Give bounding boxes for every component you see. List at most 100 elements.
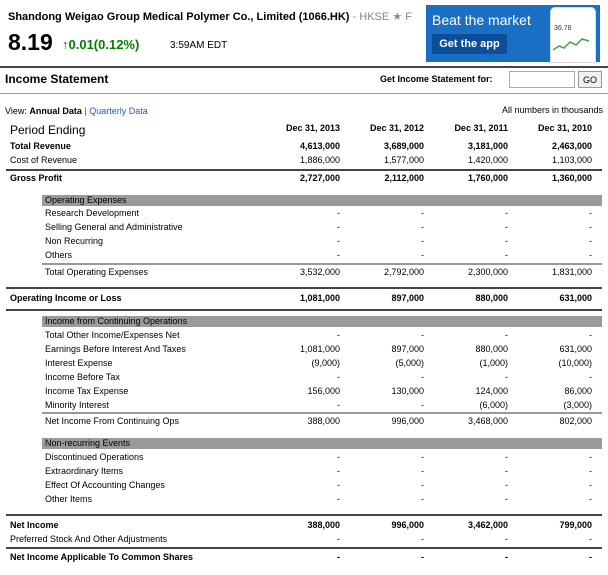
- divider: [42, 263, 602, 265]
- table-row: Selling General and Administrative - - -…: [6, 222, 602, 236]
- value-cell: 996,000: [391, 520, 424, 530]
- row-label: Extraordinary Items: [45, 466, 124, 476]
- value-cell: -: [421, 222, 424, 232]
- value-cell: 2,792,000: [383, 267, 424, 277]
- value-cell: -: [337, 372, 340, 382]
- table-row: Research Development - - - -: [6, 208, 602, 222]
- value-cell: -: [589, 534, 592, 544]
- table-row: Net Income From Continuing Ops 388,000 9…: [6, 416, 602, 430]
- app-ad-banner[interactable]: Beat the market Get the app 36.78: [426, 5, 600, 63]
- value-cell: 2,112,000: [384, 173, 424, 183]
- value-cell: 897,000: [391, 293, 424, 303]
- table-row: Effect Of Accounting Changes - - - -: [6, 480, 602, 494]
- section-header-label: Non-recurring Events: [45, 438, 131, 448]
- quote-header: Shandong Weigao Group Medical Polymer Co…: [0, 0, 608, 66]
- row-label: Research Development: [45, 208, 140, 218]
- value-cell: -: [589, 250, 592, 260]
- value-cell: 124,000: [475, 386, 508, 396]
- value-cell: 3,532,000: [299, 267, 340, 277]
- table-row: Other Items - - - -: [6, 494, 602, 508]
- value-cell: 3,468,000: [467, 416, 508, 426]
- symbol-input[interactable]: [509, 71, 575, 88]
- divider: [6, 169, 602, 171]
- value-cell: (9,000): [311, 358, 340, 368]
- get-statement-label: Get Income Statement for:: [380, 74, 493, 84]
- value-cell: -: [421, 452, 424, 462]
- header-divider: [0, 66, 608, 68]
- table-row: Non Recurring - - - -: [6, 236, 602, 250]
- value-cell: 996,000: [391, 416, 424, 426]
- value-cell: -: [421, 208, 424, 218]
- annual-data-link[interactable]: Annual Data: [29, 106, 82, 116]
- row-label: Selling General and Administrative: [45, 222, 183, 232]
- period-cell: Dec 31, 2011: [454, 123, 508, 133]
- value-cell: 802,000: [559, 416, 592, 426]
- value-cell: (1,000): [479, 358, 508, 368]
- value-cell: -: [337, 534, 340, 544]
- value-cell: -: [337, 494, 340, 504]
- value-cell: 880,000: [475, 344, 508, 354]
- value-cell: 1,760,000: [467, 173, 508, 183]
- view-toggle: View: Annual Data | Quarterly Data: [5, 106, 148, 116]
- section-header-non-recurring: Non-recurring Events: [42, 438, 602, 449]
- divider: [6, 309, 602, 311]
- value-cell: -: [505, 208, 508, 218]
- value-cell: -: [421, 494, 424, 504]
- value-cell: -: [589, 372, 592, 382]
- value-cell: 4,613,000: [299, 141, 340, 151]
- row-label: Cost of Revenue: [10, 155, 78, 165]
- value-cell: -: [505, 552, 508, 562]
- value-cell: 1,081,000: [299, 344, 340, 354]
- value-cell: (5,000): [395, 358, 424, 368]
- value-cell: (10,000): [558, 358, 592, 368]
- value-cell: 1,360,000: [551, 173, 592, 183]
- section-divider: [0, 93, 608, 94]
- row-label: Total Revenue: [10, 141, 71, 151]
- value-cell: -: [505, 222, 508, 232]
- value-cell: -: [505, 452, 508, 462]
- row-label: Interest Expense: [45, 358, 113, 368]
- value-cell: 388,000: [307, 520, 340, 530]
- table-row: Gross Profit 2,727,000 2,112,000 1,760,0…: [6, 173, 602, 187]
- value-cell: 1,886,000: [299, 155, 340, 165]
- row-label: Other Items: [45, 494, 93, 504]
- value-cell: -: [589, 330, 592, 340]
- value-cell: -: [505, 250, 508, 260]
- quarterly-data-link[interactable]: Quarterly Data: [89, 106, 148, 116]
- value-cell: 3,181,000: [467, 141, 508, 151]
- value-cell: -: [589, 466, 592, 476]
- row-label: Effect Of Accounting Changes: [45, 480, 165, 490]
- value-cell: 1,420,000: [467, 155, 508, 165]
- row-label: Income Before Tax: [45, 372, 120, 382]
- period-header-row: Period Ending Dec 31, 2013 Dec 31, 2012 …: [6, 123, 602, 139]
- value-cell: -: [337, 452, 340, 462]
- table-row: Cost of Revenue 1,886,000 1,577,000 1,42…: [6, 155, 602, 169]
- phone-value: 36.78: [554, 25, 572, 32]
- table-row: Net Income Applicable To Common Shares -…: [6, 552, 602, 566]
- table-row: Total Revenue 4,613,000 3,689,000 3,181,…: [6, 141, 602, 155]
- value-cell: -: [337, 222, 340, 232]
- value-cell: -: [505, 330, 508, 340]
- value-cell: -: [421, 534, 424, 544]
- row-label: Net Income Applicable To Common Shares: [10, 552, 194, 562]
- row-label: Net Income From Continuing Ops: [45, 416, 180, 426]
- row-label: Gross Profit: [10, 173, 63, 183]
- value-cell: -: [337, 236, 340, 246]
- get-app-button[interactable]: Get the app: [432, 34, 507, 54]
- value-cell: -: [505, 480, 508, 490]
- value-cell: 2,727,000: [299, 173, 340, 183]
- stock-price: 8.19: [8, 29, 53, 55]
- star-icon[interactable]: ★ F: [392, 11, 412, 23]
- value-cell: 3,689,000: [383, 141, 424, 151]
- value-cell: (3,000): [563, 400, 592, 410]
- value-cell: 631,000: [559, 293, 592, 303]
- section-header-label: Income from Continuing Operations: [45, 316, 188, 326]
- period-label: Period Ending: [10, 123, 86, 137]
- value-cell: 86,000: [564, 386, 592, 396]
- row-label: Income Tax Expense: [45, 386, 129, 396]
- go-button[interactable]: GO: [578, 71, 602, 88]
- table-row: Interest Expense (9,000) (5,000) (1,000)…: [6, 358, 602, 372]
- company-title: Shandong Weigao Group Medical Polymer Co…: [8, 11, 350, 23]
- row-label: Others: [45, 250, 73, 260]
- value-cell: -: [589, 222, 592, 232]
